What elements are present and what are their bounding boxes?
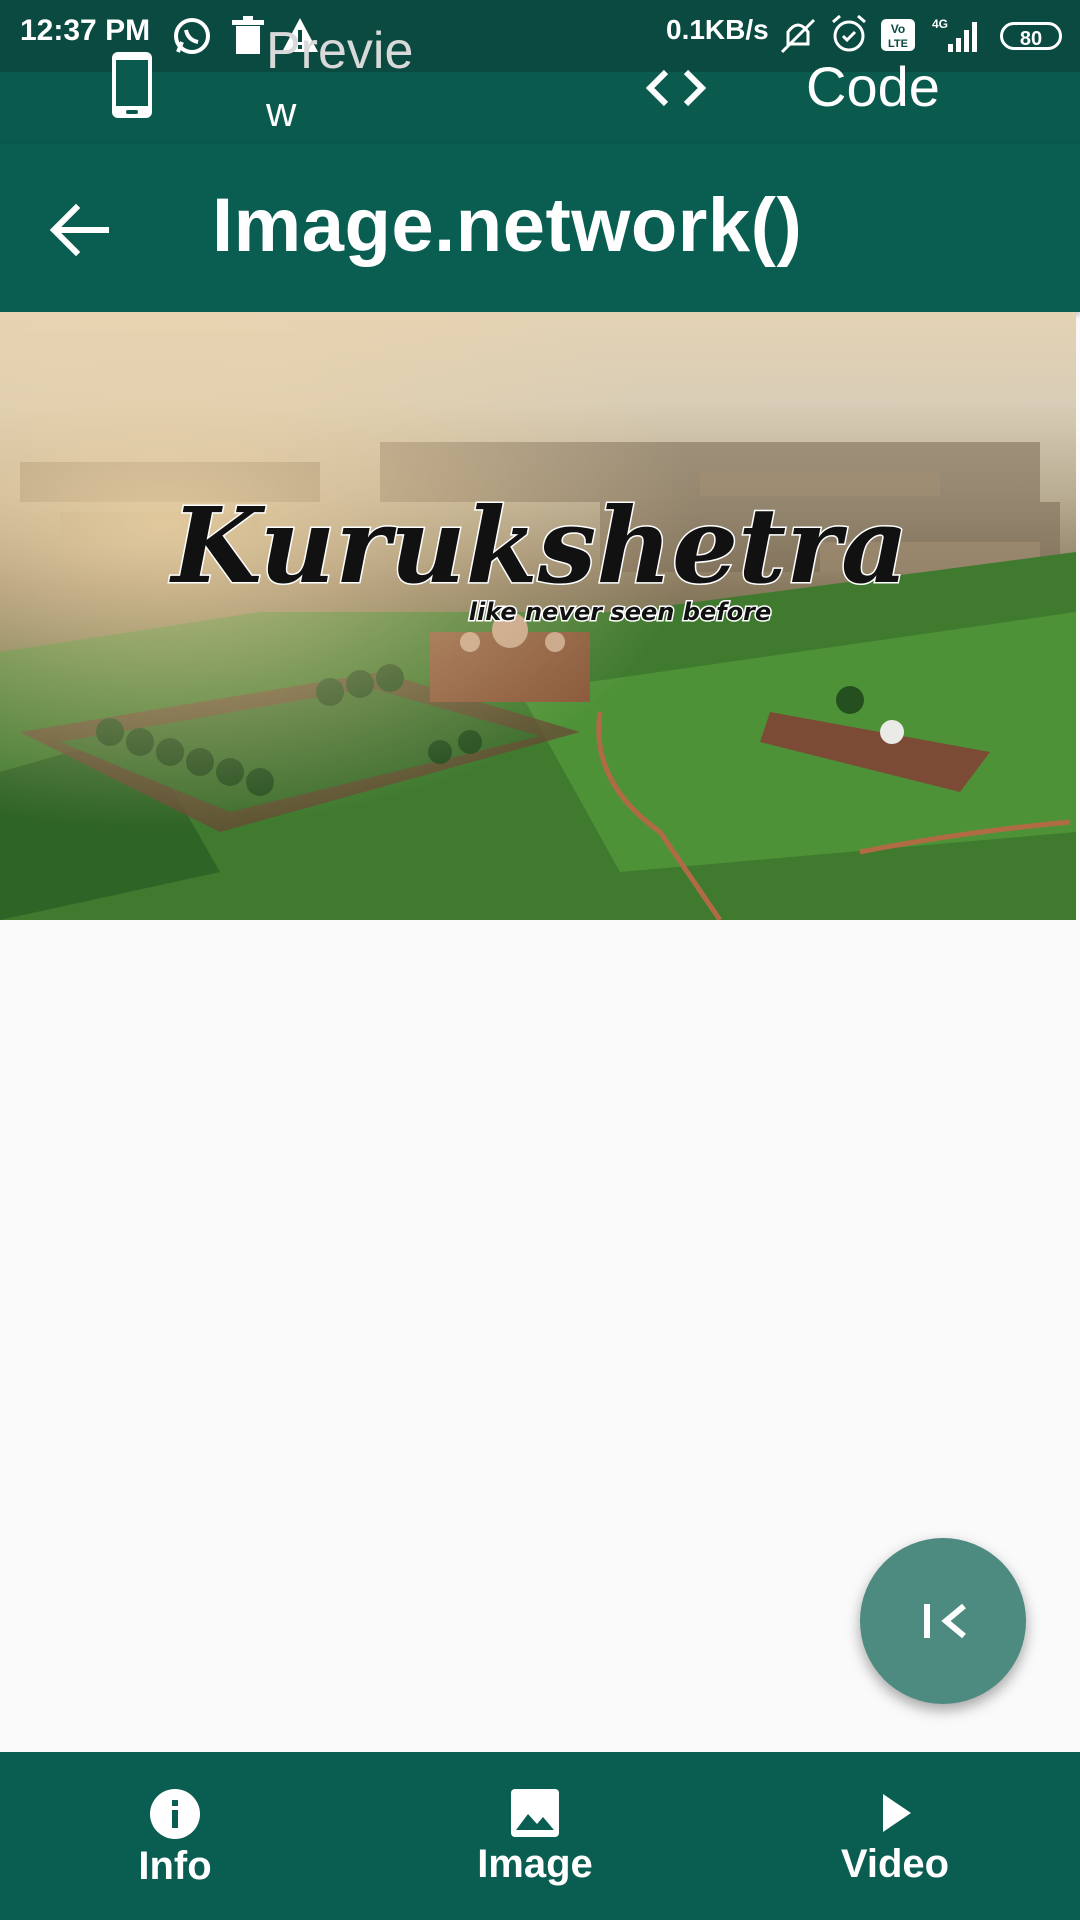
- svg-text:Vo: Vo: [891, 22, 905, 36]
- nav-label-info: Info: [138, 1844, 212, 1888]
- mute-icon: [780, 16, 816, 59]
- image-icon: [511, 1789, 559, 1837]
- tab-preview-label-line1: Previe: [266, 22, 414, 80]
- back-button[interactable]: [40, 190, 120, 270]
- nav-label-image: Image: [477, 1842, 593, 1886]
- tab-code-label: Code: [806, 55, 940, 118]
- phone-icon: [110, 50, 154, 125]
- svg-text:4G: 4G: [932, 17, 948, 31]
- arrow-left-icon: [49, 203, 109, 257]
- network-speed: 0.1KB/s: [666, 14, 769, 45]
- nav-item-info[interactable]: Info: [70, 1752, 280, 1920]
- signal-4g-icon: 4G: [928, 16, 984, 59]
- nav-item-image[interactable]: Image: [430, 1752, 640, 1920]
- hero-tagline: like never seen before: [469, 598, 771, 626]
- info-icon: [150, 1789, 200, 1839]
- first-page-fab[interactable]: [860, 1538, 1026, 1704]
- status-time: 12:37 PM: [20, 14, 151, 47]
- tab-preview-label: Previe w: [266, 22, 466, 141]
- volte-icon: Vo LTE: [880, 18, 916, 57]
- nav-item-video[interactable]: Video: [790, 1752, 1000, 1920]
- bottom-navigation: Info Image Video: [0, 1752, 1080, 1920]
- nav-label-video: Video: [840, 1842, 950, 1886]
- hero-title: Kurukshetra: [169, 484, 909, 607]
- tab-preview-label-line2: w: [266, 88, 297, 135]
- alarm-icon: [830, 14, 868, 59]
- code-icon: [644, 66, 708, 115]
- first-page-icon: [924, 1603, 966, 1639]
- battery-icon: 80: [1000, 22, 1062, 50]
- network-image: Kurukshetra like never seen before: [0, 312, 1076, 920]
- page-title: Image.network(): [212, 183, 803, 268]
- svg-text:LTE: LTE: [888, 38, 908, 50]
- play-icon: [883, 1794, 911, 1832]
